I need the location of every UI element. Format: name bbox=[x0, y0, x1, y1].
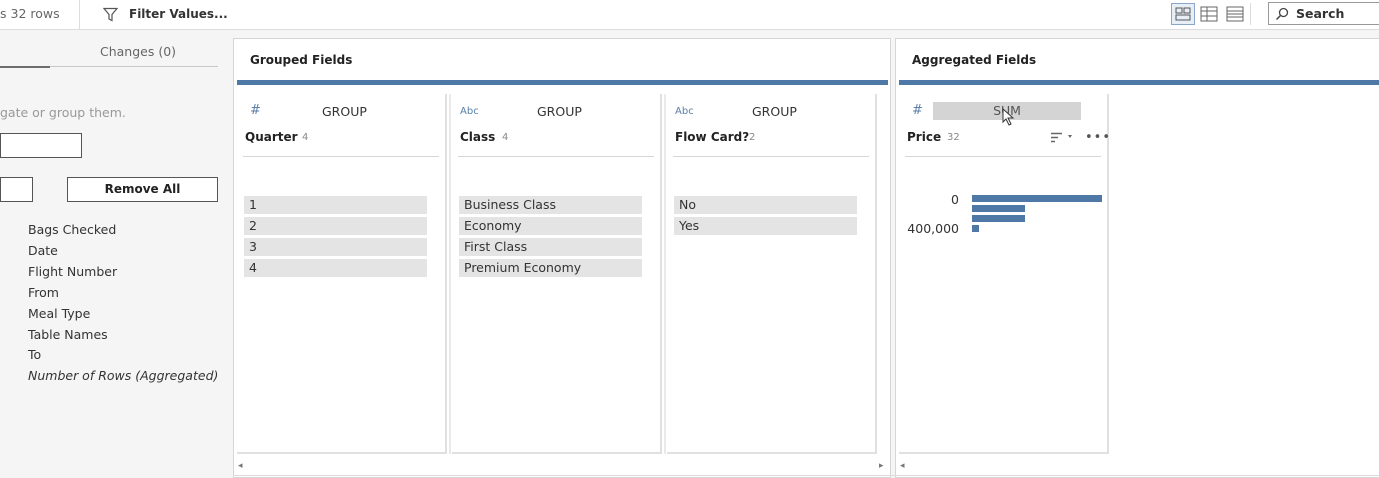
histogram-bar[interactable] bbox=[972, 195, 1102, 202]
table-view-icon bbox=[1200, 6, 1218, 22]
field-item[interactable]: To bbox=[28, 347, 41, 362]
card-divider bbox=[243, 156, 439, 157]
list-item[interactable]: Yes bbox=[674, 217, 857, 235]
field-name: Quarter bbox=[245, 130, 298, 144]
filter-icon[interactable] bbox=[103, 7, 118, 22]
card-divider bbox=[458, 156, 654, 157]
add-button[interactable] bbox=[0, 177, 33, 202]
histogram-bar[interactable] bbox=[972, 205, 1025, 212]
field-name: Class bbox=[460, 130, 496, 144]
field-card-quarter[interactable]: # GROUP Quarter 4 1 2 3 4 bbox=[237, 94, 447, 454]
card-gap bbox=[664, 94, 666, 454]
number-type-icon: # bbox=[250, 103, 261, 118]
field-name: Flow Card? bbox=[675, 130, 750, 144]
list-view-button[interactable] bbox=[1223, 3, 1247, 25]
card-gap bbox=[449, 94, 451, 454]
list-item[interactable]: 1 bbox=[244, 196, 427, 214]
field-count: 32 bbox=[947, 132, 960, 143]
axis-label: 400,000 bbox=[907, 221, 959, 236]
tab-changes[interactable]: Changes (0) bbox=[100, 44, 176, 59]
scroll-left-icon[interactable]: ◂ bbox=[238, 461, 243, 471]
field-item[interactable]: Table Names bbox=[28, 327, 108, 342]
mouse-cursor-icon bbox=[1002, 108, 1015, 126]
left-panel: Changes (0) gate or group them. Remove A… bbox=[0, 31, 232, 478]
sort-icon[interactable] bbox=[1051, 132, 1075, 144]
panel-title: Grouped Fields bbox=[250, 53, 353, 67]
field-name: Price bbox=[907, 130, 942, 144]
list-item[interactable]: 4 bbox=[244, 259, 427, 277]
card-divider bbox=[905, 156, 1101, 157]
field-item[interactable]: From bbox=[28, 285, 59, 300]
list-item[interactable]: 3 bbox=[244, 238, 427, 256]
list-item[interactable]: Business Class bbox=[459, 196, 642, 214]
card-view-icon bbox=[1175, 7, 1191, 21]
card-divider bbox=[673, 156, 869, 157]
field-count: 2 bbox=[749, 132, 756, 143]
scroll-right-icon[interactable]: ▸ bbox=[879, 461, 884, 471]
list-view-icon bbox=[1226, 6, 1244, 22]
field-item[interactable]: Meal Type bbox=[28, 306, 90, 321]
field-card-price[interactable]: # SUM Price 32 ••• 0 400,000 bbox=[899, 94, 1111, 454]
tab-active-indicator bbox=[0, 66, 50, 68]
aggregation-label[interactable]: GROUP bbox=[537, 104, 582, 119]
aggregation-label[interactable]: GROUP bbox=[322, 104, 367, 119]
tab-underline bbox=[50, 66, 218, 67]
string-type-icon: Abc bbox=[675, 106, 694, 117]
field-count: 4 bbox=[302, 132, 309, 143]
search-input[interactable]: Search bbox=[1268, 2, 1379, 25]
toolbar-divider bbox=[1250, 3, 1251, 25]
field-card-class[interactable]: Abc GROUP Class 4 Business Class Economy… bbox=[452, 94, 662, 454]
row-count: s 32 rows bbox=[0, 6, 60, 21]
table-view-button[interactable] bbox=[1197, 3, 1221, 25]
aggregated-fields-panel: Aggregated Fields # SUM Price 32 ••• 0 4… bbox=[895, 38, 1379, 478]
list-item[interactable]: First Class bbox=[459, 238, 642, 256]
field-item[interactable]: Number of Rows (Aggregated) bbox=[28, 368, 218, 383]
field-search-input[interactable] bbox=[0, 133, 82, 158]
field-item[interactable]: Date bbox=[28, 243, 58, 258]
panel-accent-bar bbox=[237, 80, 888, 85]
list-item[interactable]: 2 bbox=[244, 217, 427, 235]
histogram-bar[interactable] bbox=[972, 215, 1025, 222]
list-item[interactable]: No bbox=[674, 196, 857, 214]
field-count: 4 bbox=[502, 132, 509, 143]
search-label: Search bbox=[1296, 6, 1345, 21]
card-view-button[interactable] bbox=[1171, 3, 1195, 25]
field-card-flow-card[interactable]: Abc GROUP Flow Card? 2 No Yes bbox=[667, 94, 877, 454]
string-type-icon: Abc bbox=[460, 106, 479, 117]
footer-divider bbox=[233, 475, 1379, 476]
list-item[interactable]: Economy bbox=[459, 217, 642, 235]
field-item[interactable]: Flight Number bbox=[28, 264, 117, 279]
panel-accent-bar bbox=[899, 80, 1379, 85]
more-options-icon[interactable]: ••• bbox=[1085, 130, 1111, 145]
field-item[interactable]: Bags Checked bbox=[28, 222, 116, 237]
hint-text: gate or group them. bbox=[0, 105, 126, 120]
list-item[interactable]: Premium Economy bbox=[459, 259, 642, 277]
toolbar-divider bbox=[79, 0, 80, 30]
aggregation-label[interactable]: GROUP bbox=[752, 104, 797, 119]
histogram-bar[interactable] bbox=[972, 225, 979, 232]
grouped-fields-panel: Grouped Fields # GROUP Quarter 4 1 2 3 4… bbox=[233, 38, 891, 478]
number-type-icon: # bbox=[912, 103, 923, 118]
filter-values-button[interactable]: Filter Values... bbox=[129, 7, 228, 21]
axis-label: 0 bbox=[951, 192, 959, 207]
search-icon bbox=[1275, 7, 1289, 21]
top-toolbar: s 32 rows Filter Values... Search bbox=[0, 0, 1379, 30]
scroll-left-icon[interactable]: ◂ bbox=[900, 461, 905, 471]
remove-all-button[interactable]: Remove All bbox=[67, 177, 218, 202]
panel-title: Aggregated Fields bbox=[912, 53, 1037, 67]
